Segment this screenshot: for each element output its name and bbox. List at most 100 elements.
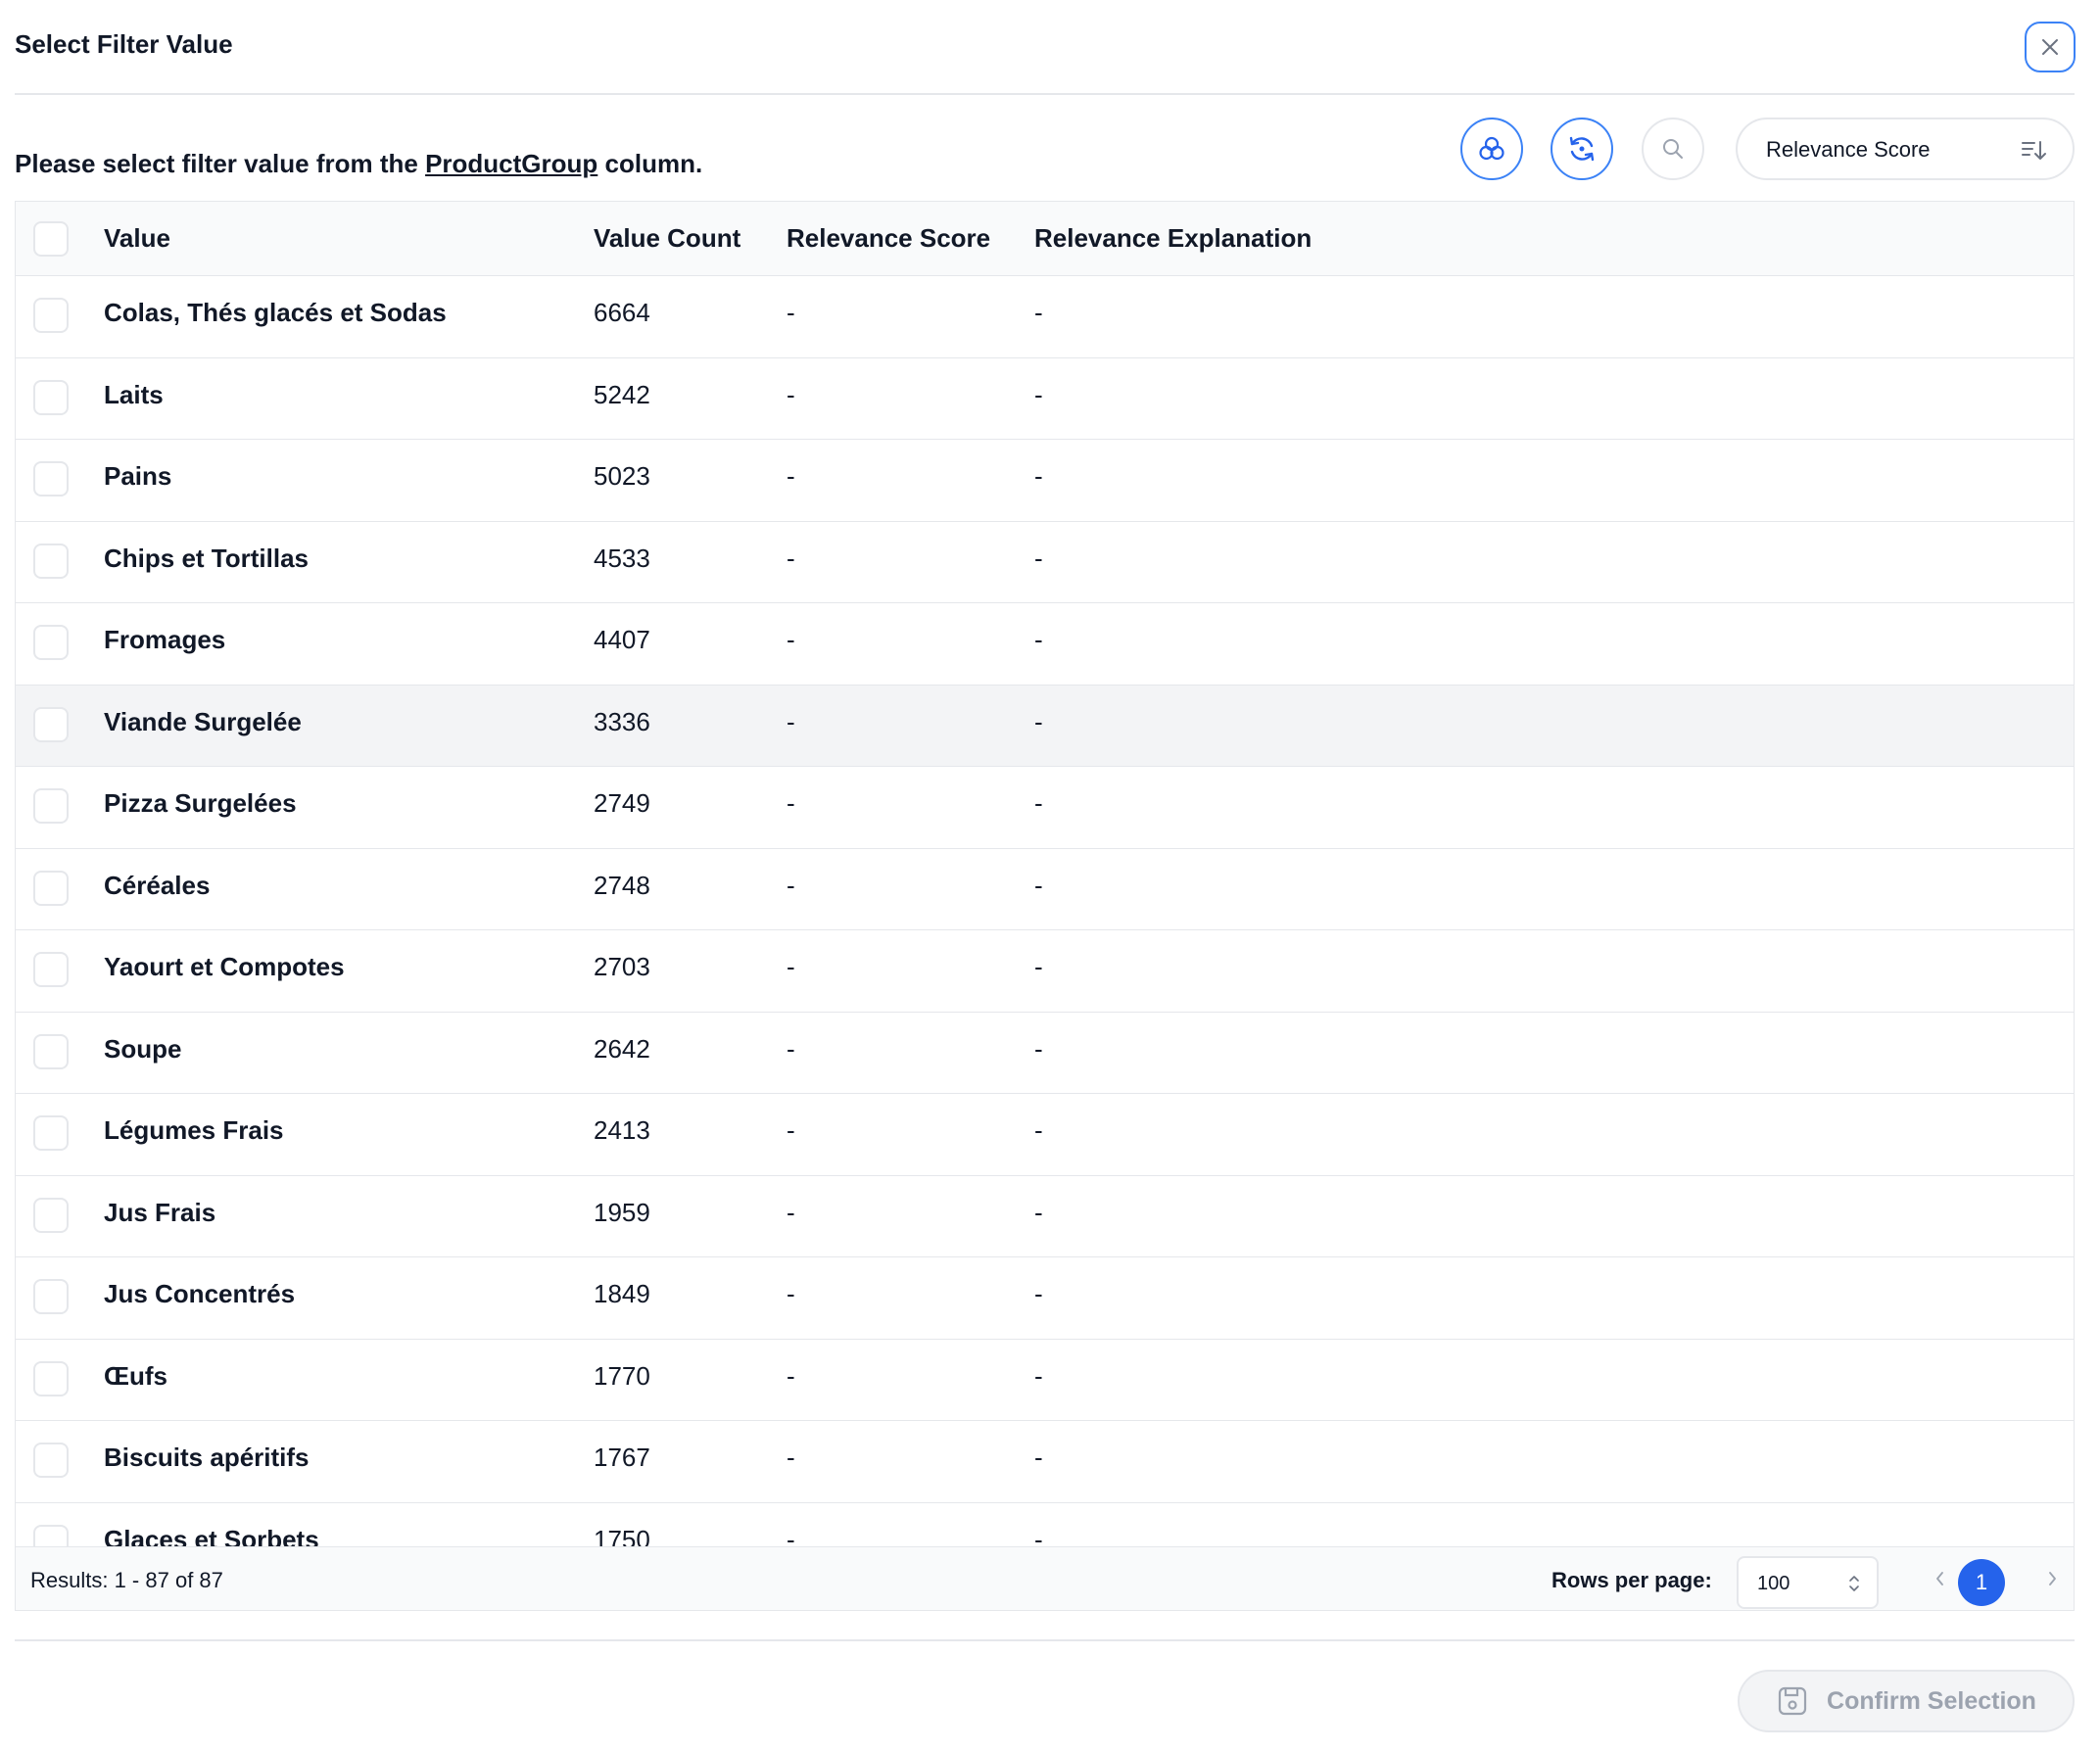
refresh-button[interactable] <box>1551 118 1613 180</box>
table-row[interactable]: Chips et Tortillas 4533 - - <box>16 521 2074 603</box>
row-checkbox[interactable] <box>33 1279 69 1314</box>
cell-count: 1770 <box>594 1360 650 1391</box>
cell-value: Jus Concentrés <box>104 1279 296 1308</box>
cell-count: 6664 <box>594 298 650 327</box>
row-checkbox[interactable] <box>33 788 69 824</box>
table-row[interactable]: Colas, Thés glacés et Sodas 6664 - - <box>16 276 2074 358</box>
header-relevance-explanation[interactable]: Relevance Explanation <box>1034 223 1312 254</box>
cell-score: - <box>787 1115 795 1145</box>
cell-value: Chips et Tortillas <box>104 543 309 573</box>
dialog-title: Select Filter Value <box>15 29 233 59</box>
confirm-selection-label: Confirm Selection <box>1827 1686 2036 1715</box>
instruction-prefix: Please select filter value from the <box>15 149 426 178</box>
table-row[interactable]: Légumes Frais 2413 - - <box>16 1094 2074 1176</box>
cell-explanation: - <box>1034 461 1043 491</box>
header-value[interactable]: Value <box>104 223 170 254</box>
column-name: ProductGroup <box>425 149 598 178</box>
cell-explanation: - <box>1034 1360 1043 1391</box>
cell-score: - <box>787 1033 795 1064</box>
table-row-hovered[interactable]: Viande Surgelée 3336 - - <box>16 685 2074 767</box>
cell-score: - <box>787 625 795 654</box>
header-value-count[interactable]: Value Count <box>594 223 740 254</box>
cell-score: - <box>787 1279 795 1308</box>
row-checkbox[interactable] <box>33 379 69 415</box>
confirm-selection-button[interactable]: Confirm Selection <box>1738 1670 2075 1732</box>
rows-per-page-select[interactable]: 100 <box>1737 1556 1879 1609</box>
table-row[interactable]: Œufs 1770 - - <box>16 1339 2074 1421</box>
sort-by-value: Relevance Score <box>1766 137 1931 162</box>
table-row[interactable]: Jus Concentrés 1849 - - <box>16 1257 2074 1340</box>
table-row[interactable]: Biscuits apéritifs 1767 - - <box>16 1421 2074 1503</box>
rows-per-page-label: Rows per page: <box>1551 1568 1712 1592</box>
next-page-button[interactable] <box>2034 1561 2070 1596</box>
row-checkbox[interactable] <box>33 706 69 742</box>
row-checkbox[interactable] <box>33 1443 69 1478</box>
dialog-header: Select Filter Value <box>15 0 2075 95</box>
table-row[interactable]: Glaces et Sorbets 1750 - - <box>16 1502 2074 1551</box>
table-footer: Results: 1 - 87 of 87 Rows per page: 100… <box>16 1546 2074 1610</box>
cell-count: 2749 <box>594 788 650 818</box>
row-checkbox[interactable] <box>33 543 69 579</box>
select-filter-dialog: Select Filter Value Please select filter… <box>0 0 2100 1751</box>
select-all-checkbox[interactable] <box>33 221 69 257</box>
row-checkbox[interactable] <box>33 952 69 987</box>
cell-count: 2413 <box>594 1115 650 1145</box>
table-row[interactable]: Yaourt et Compotes 2703 - - <box>16 930 2074 1013</box>
table-row[interactable]: Fromages 4407 - - <box>16 603 2074 686</box>
chevron-right-icon <box>2049 1572 2056 1585</box>
row-checkbox[interactable] <box>33 1115 69 1151</box>
cell-value: Fromages <box>104 625 226 654</box>
cell-score: - <box>787 1443 795 1472</box>
footer-divider <box>15 1639 2075 1641</box>
close-button[interactable] <box>2025 22 2076 72</box>
ai-cluster-icon <box>1479 136 1504 161</box>
row-checkbox[interactable] <box>33 870 69 906</box>
search-button[interactable] <box>1642 118 1704 180</box>
row-checkbox[interactable] <box>33 1360 69 1396</box>
ai-cluster-button[interactable] <box>1460 118 1523 180</box>
cell-count: 2748 <box>594 870 650 900</box>
cell-count: 4407 <box>594 625 650 654</box>
row-checkbox[interactable] <box>33 461 69 497</box>
cell-explanation: - <box>1034 952 1043 981</box>
cell-score: - <box>787 952 795 981</box>
cell-explanation: - <box>1034 1443 1043 1472</box>
cell-explanation: - <box>1034 1279 1043 1308</box>
cell-score: - <box>787 788 795 818</box>
row-checkbox[interactable] <box>33 1033 69 1069</box>
table-row[interactable]: Pizza Surgelées 2749 - - <box>16 767 2074 849</box>
cell-score: - <box>787 379 795 409</box>
cell-count: 2642 <box>594 1033 650 1064</box>
chevron-left-icon <box>1936 1572 1943 1585</box>
cell-value: Jus Frais <box>104 1197 216 1227</box>
sort-by-select[interactable]: Relevance Score <box>1736 118 2075 180</box>
table-row[interactable]: Soupe 2642 - - <box>16 1012 2074 1094</box>
table-row[interactable]: Céréales 2748 - - <box>16 848 2074 930</box>
header-relevance-score[interactable]: Relevance Score <box>787 223 990 254</box>
cell-score: - <box>787 706 795 736</box>
cell-explanation: - <box>1034 1197 1043 1227</box>
table-row[interactable]: Jus Frais 1959 - - <box>16 1175 2074 1257</box>
rows-per-page-value: 100 <box>1757 1573 1790 1594</box>
cell-score: - <box>787 543 795 573</box>
row-checkbox[interactable] <box>33 1197 69 1233</box>
chevron-up-down-icon <box>1847 1573 1861 1599</box>
previous-page-button[interactable] <box>1923 1561 1958 1596</box>
cell-explanation: - <box>1034 870 1043 900</box>
cell-explanation: - <box>1034 1115 1043 1145</box>
cell-explanation: - <box>1034 543 1043 573</box>
row-checkbox[interactable] <box>33 625 69 660</box>
table-row[interactable]: Laits 5242 - - <box>16 357 2074 440</box>
cell-count: 1959 <box>594 1197 650 1227</box>
cell-explanation: - <box>1034 706 1043 736</box>
cell-value: Légumes Frais <box>104 1115 284 1145</box>
cell-explanation: - <box>1034 298 1043 327</box>
cell-value: Céréales <box>104 870 211 900</box>
cell-value: Laits <box>104 379 164 409</box>
refresh-icon <box>1569 136 1595 162</box>
cell-count: 1849 <box>594 1279 650 1308</box>
table-row[interactable]: Pains 5023 - - <box>16 440 2074 522</box>
row-checkbox[interactable] <box>33 298 69 333</box>
page-1-button[interactable]: 1 <box>1958 1559 2005 1606</box>
cell-count: 3336 <box>594 706 650 736</box>
